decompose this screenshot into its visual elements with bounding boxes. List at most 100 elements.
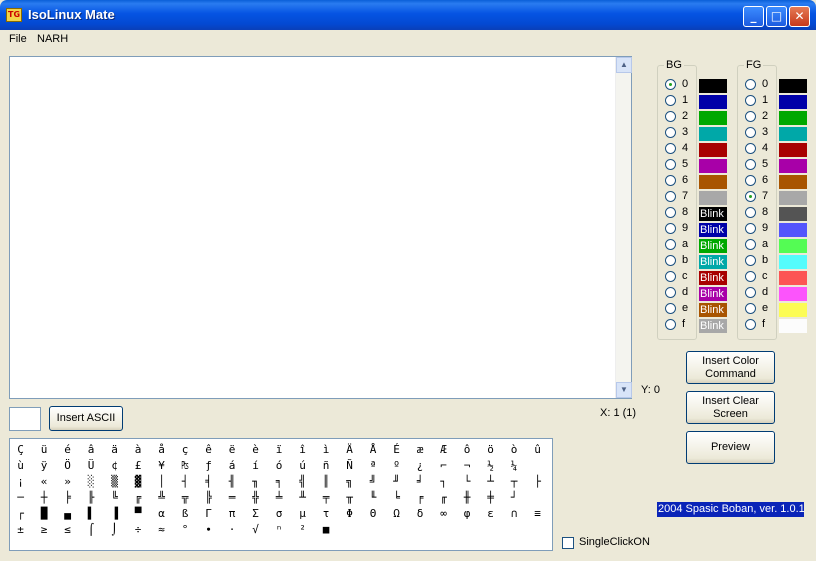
title-bar[interactable]: TG IsoLinux Mate _ □ ✕ [0,0,816,30]
ascii-char[interactable]: ╢ [223,474,242,490]
ascii-char[interactable]: ▄ [58,506,77,522]
ascii-char[interactable]: ì [317,442,336,458]
fg-radio-d[interactable] [745,287,756,298]
ascii-char[interactable]: ∙ [199,522,218,538]
ascii-char[interactable]: ┐ [434,474,453,490]
ascii-char[interactable]: ╥ [340,490,359,506]
bg-radio-7[interactable] [665,191,676,202]
ascii-char[interactable]: ╠ [199,490,218,506]
ascii-char[interactable]: ç [176,442,195,458]
ascii-char[interactable]: ò [505,442,524,458]
ascii-char[interactable]: ║ [317,474,336,490]
ascii-char[interactable]: ╘ [387,490,406,506]
ascii-char[interactable]: ≡ [528,506,547,522]
ascii-char[interactable]: ë [223,442,242,458]
ascii-char[interactable]: Ç [11,442,30,458]
ascii-char[interactable]: ó [270,458,289,474]
ascii-char[interactable]: · [223,522,242,538]
ascii-char[interactable]: î [293,442,312,458]
ascii-char[interactable]: ▒ [105,474,124,490]
bg-radio-b[interactable] [665,255,676,266]
ascii-char[interactable]: ╤ [317,490,336,506]
ascii-char[interactable]: ½ [481,458,500,474]
fg-radio-9[interactable] [745,223,756,234]
ascii-code-input[interactable] [9,407,41,431]
ascii-char[interactable]: ╫ [458,490,477,506]
ascii-char[interactable]: ░ [82,474,101,490]
ascii-char[interactable]: σ [270,506,289,522]
fg-radio-7[interactable] [745,191,756,202]
minimize-button[interactable]: _ [743,6,764,27]
ascii-char[interactable]: └ [458,474,477,490]
ascii-char[interactable]: ╟ [82,490,101,506]
ascii-char[interactable]: ═ [223,490,242,506]
ascii-char[interactable]: ╣ [293,474,312,490]
fg-radio-3[interactable] [745,127,756,138]
ascii-char[interactable]: ╩ [152,490,171,506]
ascii-char[interactable]: ∩ [505,506,524,522]
ascii-char[interactable]: ≤ [58,522,77,538]
fg-radio-a[interactable] [745,239,756,250]
ascii-char[interactable]: ■ [317,522,336,538]
fg-radio-8[interactable] [745,207,756,218]
ascii-char[interactable]: ┬ [505,474,524,490]
ascii-char[interactable]: ± [11,522,30,538]
ascii-char[interactable]: φ [458,506,477,522]
ascii-char[interactable]: ╒ [411,490,430,506]
ascii-char[interactable]: û [528,442,547,458]
bg-radio-a[interactable] [665,239,676,250]
ascii-char[interactable]: ƒ [199,458,218,474]
bg-radio-0[interactable] [665,79,676,90]
ascii-char[interactable]: ¬ [458,458,477,474]
fg-radio-6[interactable] [745,175,756,186]
ascii-char[interactable]: ╕ [270,474,289,490]
ascii-char[interactable]: æ [411,442,430,458]
ascii-char[interactable]: ╓ [434,490,453,506]
insert-clear-screen-button[interactable]: Insert Clear Screen [686,391,775,424]
preview-button[interactable]: Preview [686,431,775,464]
ascii-char[interactable]: ╪ [481,490,500,506]
ascii-char[interactable]: ╬ [246,490,265,506]
ascii-char[interactable]: ╛ [411,474,430,490]
ascii-char[interactable]: ª [364,458,383,474]
menu-narh[interactable]: NARH [37,33,68,45]
ascii-char[interactable]: µ [293,506,312,522]
ascii-char[interactable]: ä [105,442,124,458]
ascii-char[interactable]: ┴ [481,474,500,490]
bg-radio-5[interactable] [665,159,676,170]
ascii-char[interactable]: ⌡ [105,522,124,538]
ascii-char[interactable]: Ü [82,458,101,474]
ascii-char[interactable]: ╙ [364,490,383,506]
bg-radio-8[interactable] [665,207,676,218]
fg-radio-c[interactable] [745,271,756,282]
ascii-char[interactable]: Σ [246,506,265,522]
ascii-char[interactable]: ÿ [35,458,54,474]
bg-radio-3[interactable] [665,127,676,138]
fg-radio-1[interactable] [745,95,756,106]
ascii-char[interactable]: Ñ [340,458,359,474]
ascii-char[interactable]: ╚ [105,490,124,506]
ascii-char[interactable]: ¢ [105,458,124,474]
ascii-char[interactable]: Γ [199,506,218,522]
fg-radio-0[interactable] [745,79,756,90]
ascii-char[interactable]: Ä [340,442,359,458]
fg-radio-b[interactable] [745,255,756,266]
ascii-char[interactable]: ╖ [246,474,265,490]
ascii-char[interactable]: α [152,506,171,522]
ascii-char[interactable]: » [58,474,77,490]
ascii-char[interactable]: ╜ [387,474,406,490]
fg-radio-4[interactable] [745,143,756,154]
ascii-char[interactable]: π [223,506,242,522]
bg-radio-e[interactable] [665,303,676,314]
ascii-char[interactable]: ∞ [434,506,453,522]
ascii-char[interactable]: ▀ [129,506,148,522]
ascii-character-map[interactable]: Çü é â ä à å ç ê ë è ï î ì Ä Å Éæ Æô ö ò û ù ÿ Ö Ü ¢ £ ¥ ₧ ƒ á í ó ú ñ Ñª º… [9,438,553,551]
ascii-char[interactable]: ù [11,458,30,474]
ascii-char[interactable]: å [152,442,171,458]
ascii-char[interactable]: │ [152,474,171,490]
ascii-char[interactable]: Ω [387,506,406,522]
ascii-char[interactable]: ┤ [176,474,195,490]
ascii-char[interactable]: τ [317,506,336,522]
ascii-char[interactable]: ╔ [129,490,148,506]
editor-scrollbar[interactable]: ▲ ▼ [615,57,632,398]
